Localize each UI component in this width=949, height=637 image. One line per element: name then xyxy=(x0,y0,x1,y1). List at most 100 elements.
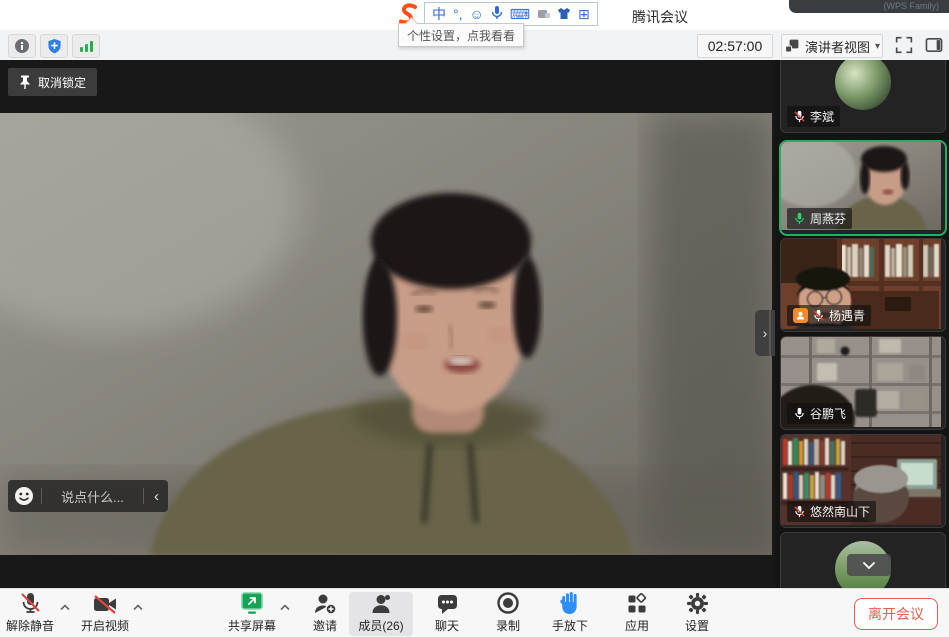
side-panel-toggle-button[interactable] xyxy=(921,34,947,56)
mic-muted-icon xyxy=(18,591,42,615)
scroll-down-button[interactable] xyxy=(847,554,891,576)
invite-button[interactable]: 邀请 xyxy=(293,593,357,634)
chevron-down-icon: ▾ xyxy=(875,41,880,52)
participant-name-badge: 谷鹏飞 xyxy=(787,403,852,424)
participant-tile[interactable]: 李斌 xyxy=(780,60,946,133)
start-video-label: 开启视频 xyxy=(81,617,129,634)
participant-tile[interactable]: 杨遇青 xyxy=(780,238,946,332)
speaker-view-icon xyxy=(784,38,800,54)
unpin-label: 取消锁定 xyxy=(38,74,86,91)
fullscreen-icon xyxy=(895,36,913,54)
info-icon xyxy=(14,38,30,54)
mic-muted-icon xyxy=(793,110,806,123)
chevron-down-icon xyxy=(862,561,876,570)
raised-hand-icon xyxy=(559,591,581,615)
tencent-meeting-window: 中 °, ☺ ⌨ ⊞ 个性设置，点我看看 腾讯会议 (WPS Family) xyxy=(0,0,949,637)
invite-icon xyxy=(313,593,337,615)
ime-emoji-icon[interactable]: ☺ xyxy=(470,7,484,21)
participant-name-badge: 周燕芬 xyxy=(787,208,852,229)
record-icon xyxy=(496,591,520,615)
mic-muted-icon xyxy=(793,505,806,518)
network-status-button[interactable] xyxy=(72,34,100,58)
caption-placeholder[interactable]: 说点什么... xyxy=(49,487,136,506)
unmute-button[interactable]: 解除静音 xyxy=(0,593,62,634)
meeting-timer: 02:57:00 xyxy=(697,34,773,58)
apps-label: 应用 xyxy=(625,617,649,634)
wps-family-badge: (WPS Family) xyxy=(789,0,949,13)
participant-tile[interactable]: 悠然南山下 xyxy=(780,434,946,528)
share-screen-button[interactable]: 共享屏幕 xyxy=(220,593,284,634)
signal-bars-icon xyxy=(79,39,94,53)
bottom-toolbar: 解除静音 开启视频 共享屏幕 邀请 成员(26) 聊天 xyxy=(0,588,949,637)
mic-active-icon xyxy=(793,212,806,225)
record-button[interactable]: 录制 xyxy=(476,593,540,634)
unpin-button[interactable]: 取消锁定 xyxy=(8,68,97,96)
invite-label: 邀请 xyxy=(313,617,337,634)
ime-voice-icon[interactable] xyxy=(491,6,503,22)
apps-button[interactable]: 应用 xyxy=(605,593,669,634)
share-options-caret[interactable] xyxy=(278,601,292,613)
leave-meeting-button[interactable]: 离开会议 xyxy=(854,598,938,630)
camera-off-icon xyxy=(92,593,118,615)
chat-label: 聊天 xyxy=(435,617,459,634)
participant-name: 谷鹏飞 xyxy=(810,405,846,422)
record-label: 录制 xyxy=(496,617,520,634)
members-icon xyxy=(369,593,393,615)
chat-button[interactable]: 聊天 xyxy=(415,593,479,634)
video-options-caret[interactable] xyxy=(131,601,145,613)
avatar xyxy=(835,60,891,110)
ime-skin-icon[interactable] xyxy=(557,7,571,22)
settings-label: 设置 xyxy=(685,617,709,634)
meeting-info-button[interactable] xyxy=(8,34,36,58)
apps-icon xyxy=(626,593,648,615)
mic-options-caret[interactable] xyxy=(58,601,72,613)
participant-tile[interactable]: 谷鹏飞 xyxy=(780,336,946,430)
ime-punctuation-icon[interactable]: °, xyxy=(453,7,463,21)
app-title: 腾讯会议 xyxy=(632,7,688,27)
shield-plus-icon xyxy=(47,38,62,54)
lower-hand-button[interactable]: 手放下 xyxy=(538,593,602,634)
mic-icon xyxy=(793,407,806,420)
lower-hand-label: 手放下 xyxy=(552,617,588,634)
top-bar: 中 °, ☺ ⌨ ⊞ 个性设置，点我看看 腾讯会议 (WPS Family) xyxy=(0,0,949,30)
participant-name: 周燕芬 xyxy=(810,210,846,227)
ime-keyboard-icon[interactable]: ⌨ xyxy=(510,7,530,21)
participant-name-badge: 李斌 xyxy=(787,106,840,127)
side-panel-icon xyxy=(925,37,943,53)
mic-muted-icon xyxy=(812,309,825,322)
host-role-icon xyxy=(793,308,808,323)
caption-collapse-icon[interactable]: ‹ xyxy=(151,488,162,505)
sidebar-scrollbar[interactable] xyxy=(769,310,771,356)
security-button[interactable] xyxy=(40,34,68,58)
fullscreen-button[interactable] xyxy=(891,34,917,56)
share-screen-icon xyxy=(239,592,265,615)
emoji-icon[interactable] xyxy=(14,486,34,506)
members-button[interactable]: 成员(26) xyxy=(349,592,413,636)
divider xyxy=(41,488,42,504)
view-mode-label: 演讲者视图 xyxy=(805,37,870,56)
ime-handwriting-icon[interactable] xyxy=(537,7,550,21)
main-stage: 取消锁定 xyxy=(0,60,775,588)
members-label: 成员(26) xyxy=(358,617,403,634)
share-screen-label: 共享屏幕 xyxy=(228,617,276,634)
participant-name: 李斌 xyxy=(810,108,834,125)
unmute-label: 解除静音 xyxy=(6,617,54,634)
participant-name: 杨遇青 xyxy=(829,307,865,324)
pin-icon xyxy=(19,75,31,89)
caption-input-bar[interactable]: 说点什么... ‹ xyxy=(8,480,168,512)
settings-button[interactable]: 设置 xyxy=(665,593,729,634)
chat-icon xyxy=(436,593,459,615)
start-video-button[interactable]: 开启视频 xyxy=(73,593,137,634)
ime-chinese-mode-icon[interactable]: 中 xyxy=(432,7,446,21)
participant-name: 悠然南山下 xyxy=(810,503,870,520)
ime-tooltip: 个性设置，点我看看 xyxy=(398,23,524,47)
gear-icon xyxy=(686,592,709,615)
participant-name-badge: 杨遇青 xyxy=(787,305,871,326)
view-mode-dropdown[interactable]: 演讲者视图 ▾ xyxy=(781,34,883,58)
ime-toolbox-icon[interactable]: ⊞ xyxy=(578,7,590,21)
participants-sidebar: 李斌 周燕芬 xyxy=(775,60,949,588)
sidebar-collapse-handle[interactable]: › xyxy=(755,310,775,356)
participant-name-badge: 悠然南山下 xyxy=(787,501,876,522)
participant-tile-active-speaker[interactable]: 周燕芬 xyxy=(779,140,947,236)
divider xyxy=(143,488,144,504)
